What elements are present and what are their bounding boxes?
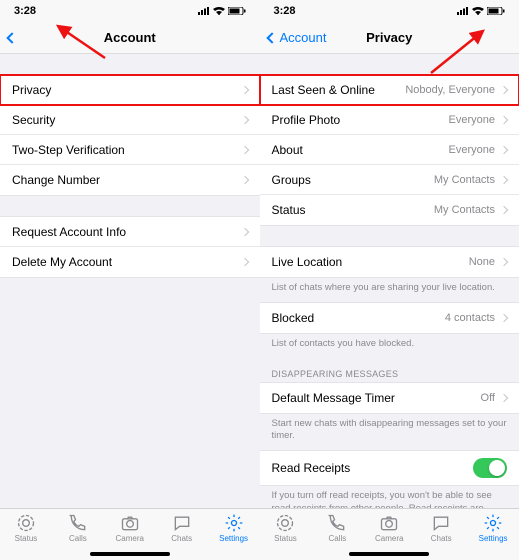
row-security[interactable]: Security bbox=[0, 105, 260, 135]
chevron-right-icon bbox=[500, 85, 508, 93]
clock: 3:28 bbox=[274, 5, 296, 17]
tab-status[interactable]: Status bbox=[0, 513, 52, 543]
row-last-seen[interactable]: Last Seen & Online Nobody, Everyone bbox=[260, 75, 519, 105]
group-read-receipts: Read Receipts bbox=[260, 450, 519, 486]
chevron-right-icon bbox=[500, 175, 508, 183]
caption-blocked: List of contacts you have blocked. bbox=[260, 334, 519, 358]
status-bar: 3:28 bbox=[0, 0, 260, 22]
chevron-left-icon bbox=[266, 32, 277, 43]
status-icons bbox=[198, 7, 246, 15]
row-status[interactable]: Status My Contacts bbox=[260, 195, 519, 225]
row-blocked[interactable]: Blocked 4 contacts bbox=[260, 303, 519, 333]
status-icon bbox=[275, 513, 295, 533]
row-privacy[interactable]: Privacy bbox=[0, 75, 260, 105]
chats-icon bbox=[172, 513, 192, 533]
chevron-right-icon bbox=[240, 258, 248, 266]
toggle-read-receipts[interactable] bbox=[473, 458, 507, 478]
back-button[interactable]: Account bbox=[260, 30, 327, 45]
row-profile-photo[interactable]: Profile Photo Everyone bbox=[260, 105, 519, 135]
row-request-info[interactable]: Request Account Info bbox=[0, 217, 260, 247]
tab-settings[interactable]: Settings bbox=[467, 513, 519, 543]
row-delete-account[interactable]: Delete My Account bbox=[0, 247, 260, 277]
nav-header: Account Privacy bbox=[260, 22, 519, 54]
tab-camera[interactable]: Camera bbox=[104, 513, 156, 543]
chevron-right-icon bbox=[500, 206, 508, 214]
section-disappearing: DISAPPEARING MESSAGES bbox=[260, 359, 519, 382]
tab-chats[interactable]: Chats bbox=[156, 513, 208, 543]
signal-icon bbox=[198, 7, 210, 15]
chevron-right-icon bbox=[500, 393, 508, 401]
group-live-location: Live Location None bbox=[260, 246, 519, 278]
group-visibility: Last Seen & Online Nobody, Everyone Prof… bbox=[260, 74, 519, 226]
signal-icon bbox=[457, 7, 469, 15]
battery-icon bbox=[487, 7, 505, 15]
page-title: Account bbox=[0, 30, 260, 45]
tab-settings[interactable]: Settings bbox=[208, 513, 260, 543]
settings-icon bbox=[224, 513, 244, 533]
tab-calls[interactable]: Calls bbox=[52, 513, 104, 543]
chats-icon bbox=[431, 513, 451, 533]
group-account-main: Privacy Security Two-Step Verification C… bbox=[0, 74, 260, 196]
row-two-step[interactable]: Two-Step Verification bbox=[0, 135, 260, 165]
scroll-area[interactable]: Privacy Security Two-Step Verification C… bbox=[0, 54, 260, 508]
caption-live-location: List of chats where you are sharing your… bbox=[260, 278, 519, 302]
tab-chats[interactable]: Chats bbox=[415, 513, 467, 543]
back-button[interactable] bbox=[0, 34, 20, 42]
chevron-right-icon bbox=[500, 314, 508, 322]
scroll-area[interactable]: Last Seen & Online Nobody, Everyone Prof… bbox=[260, 54, 519, 508]
status-icons bbox=[457, 7, 505, 15]
row-read-receipts[interactable]: Read Receipts bbox=[260, 451, 519, 485]
caption-default-timer: Start new chats with disappearing messag… bbox=[260, 414, 519, 451]
phone-left: 3:28 Account Privacy Security Two-Step V bbox=[0, 0, 260, 560]
chevron-right-icon bbox=[240, 115, 248, 123]
wifi-icon bbox=[472, 7, 484, 15]
caption-read-receipts: If you turn off read receipts, you won't… bbox=[260, 486, 519, 508]
chevron-right-icon bbox=[240, 145, 248, 153]
tab-camera[interactable]: Camera bbox=[363, 513, 415, 543]
home-indicator bbox=[90, 552, 170, 556]
chevron-right-icon bbox=[240, 227, 248, 235]
chevron-right-icon bbox=[240, 85, 248, 93]
row-about[interactable]: About Everyone bbox=[260, 135, 519, 165]
chevron-right-icon bbox=[500, 115, 508, 123]
home-indicator bbox=[349, 552, 429, 556]
camera-icon bbox=[120, 513, 140, 533]
chevron-right-icon bbox=[240, 176, 248, 184]
chevron-left-icon bbox=[6, 32, 17, 43]
camera-icon bbox=[379, 513, 399, 533]
status-bar: 3:28 bbox=[260, 0, 519, 22]
group-default-timer: Default Message Timer Off bbox=[260, 382, 519, 414]
wifi-icon bbox=[213, 7, 225, 15]
settings-icon bbox=[483, 513, 503, 533]
clock: 3:28 bbox=[14, 5, 36, 17]
status-icon bbox=[16, 513, 36, 533]
chevron-right-icon bbox=[500, 145, 508, 153]
battery-icon bbox=[228, 7, 246, 15]
row-groups[interactable]: Groups My Contacts bbox=[260, 165, 519, 195]
group-blocked: Blocked 4 contacts bbox=[260, 302, 519, 334]
tab-calls[interactable]: Calls bbox=[311, 513, 363, 543]
phone-right: 3:28 Account Privacy Last Seen & Online … bbox=[260, 0, 519, 560]
row-live-location[interactable]: Live Location None bbox=[260, 247, 519, 277]
row-change-number[interactable]: Change Number bbox=[0, 165, 260, 195]
group-account-secondary: Request Account Info Delete My Account bbox=[0, 216, 260, 278]
tab-status[interactable]: Status bbox=[260, 513, 312, 543]
nav-header: Account bbox=[0, 22, 260, 54]
calls-icon bbox=[68, 513, 88, 533]
row-default-timer[interactable]: Default Message Timer Off bbox=[260, 383, 519, 413]
calls-icon bbox=[327, 513, 347, 533]
chevron-right-icon bbox=[500, 258, 508, 266]
